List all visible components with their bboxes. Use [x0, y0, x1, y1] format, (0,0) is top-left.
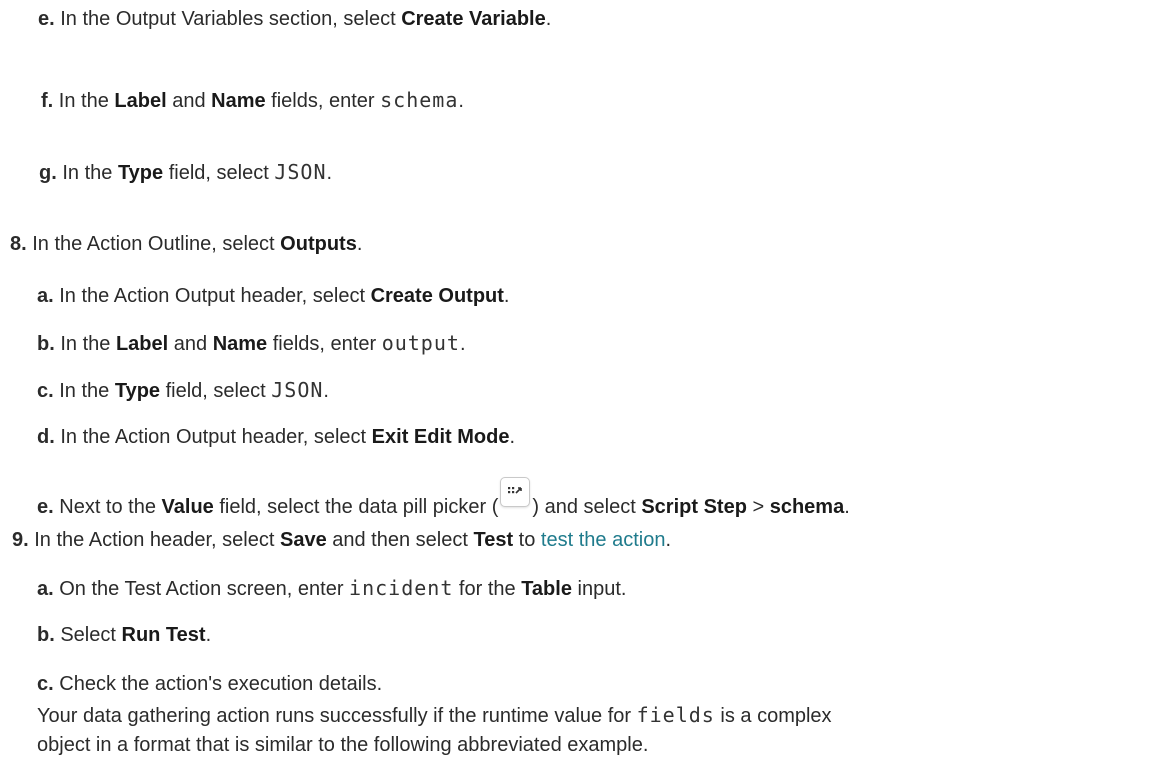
code-value: JSON [274, 160, 327, 184]
step-text: and [168, 333, 213, 355]
step-9: 9. In the Action header, select Save and… [12, 526, 671, 554]
step-text: In the Action Output header, select [59, 285, 371, 307]
step-text: In the [58, 90, 115, 112]
ui-label-name: Name [212, 333, 268, 355]
step-text: for the [453, 578, 522, 600]
punct: . [844, 496, 850, 518]
code-value: output [381, 331, 460, 355]
code-value: schema [380, 88, 459, 112]
step-text: > [746, 496, 770, 518]
ui-label-label: Label [114, 90, 167, 112]
step-text: field, select the data pill picker ( [213, 496, 499, 518]
step-text: and [166, 90, 212, 112]
step-9c-paragraph-line-1: Your data gathering action runs successf… [37, 701, 832, 730]
step-text: and then select [326, 529, 474, 551]
step-marker: 8. [10, 233, 27, 255]
step-text: field, select [163, 162, 275, 184]
test-the-action-link[interactable]: test the action [541, 529, 666, 551]
step-text: fields, enter [267, 333, 382, 355]
punct: . [665, 529, 672, 551]
step-text: In the [59, 380, 115, 402]
step-text: In the Action header, select [34, 529, 280, 551]
ui-label-name: Name [211, 90, 266, 112]
step-8c: c. In the Type field, select JSON. [37, 376, 329, 405]
punct: . [503, 285, 510, 307]
step-7f: f. In the Label and Name fields, enter s… [41, 86, 464, 115]
ui-label-create-variable: Create Variable [401, 8, 546, 30]
step-marker: 9. [12, 529, 29, 551]
step-marker: e. [37, 496, 54, 518]
step-marker: e. [38, 8, 55, 30]
step-marker: b. [37, 333, 55, 355]
step-8a: a. In the Action Output header, select C… [37, 282, 509, 310]
step-text: In the Action Output header, select [60, 426, 372, 448]
ui-label-exit-edit-mode: Exit Edit Mode [371, 426, 510, 448]
step-text: In the [60, 333, 116, 355]
punct: . [509, 426, 516, 448]
step-9b: b. Select Run Test. [37, 621, 211, 649]
ui-label-label: Label [115, 333, 169, 355]
step-text: Select [60, 624, 122, 646]
ui-label-save: Save [279, 529, 327, 551]
step-text: input. [571, 578, 627, 600]
step-7g: g. In the Type field, select JSON. [39, 158, 332, 187]
step-marker: f. [41, 90, 54, 112]
step-8e: e. Next to the Value field, select the d… [37, 477, 850, 521]
step-text: is a complex [714, 705, 832, 727]
code-value: fields [636, 703, 715, 727]
step-text: ) and select [532, 496, 642, 518]
step-marker: a. [37, 285, 54, 307]
ui-label-table: Table [521, 578, 572, 600]
punct: . [205, 624, 212, 646]
step-text: fields, enter [265, 90, 381, 112]
step-8d: d. In the Action Output header, select E… [37, 423, 515, 451]
punct: . [458, 90, 464, 112]
ui-label-run-test: Run Test [121, 624, 206, 646]
ui-label-outputs: Outputs [280, 233, 357, 255]
ui-label-value: Value [161, 496, 214, 518]
ui-label-create-output: Create Output [370, 285, 504, 307]
step-8: 8. In the Action Outline, select Outputs… [10, 230, 362, 258]
ui-label-type: Type [117, 162, 164, 184]
punct: . [356, 233, 363, 255]
ui-label-schema: schema [769, 496, 845, 518]
punct: . [545, 8, 552, 30]
step-marker: d. [37, 426, 55, 448]
punct: . [459, 333, 466, 355]
ui-label-script-step: Script Step [641, 496, 747, 518]
step-text: On the Test Action screen, enter [59, 578, 350, 600]
ui-label-type: Type [114, 380, 161, 402]
step-text: Check the action's execution details. [59, 673, 383, 695]
step-text: In the Action Outline, select [32, 233, 281, 255]
step-text: field, select [160, 380, 272, 402]
step-marker: c. [37, 380, 54, 402]
step-8b: b. In the Label and Name fields, enter o… [37, 329, 466, 358]
step-marker: g. [39, 162, 57, 184]
step-marker: b. [37, 624, 55, 646]
step-9c: c. Check the action's execution details. [37, 670, 382, 698]
step-text: to [513, 529, 541, 551]
step-marker: c. [37, 673, 54, 695]
step-9a: a. On the Test Action screen, enter inci… [37, 574, 626, 603]
step-text: Your data gathering action runs successf… [37, 705, 637, 727]
step-text: Next to the [59, 496, 162, 518]
step-9c-paragraph-line-2: object in a format that is similar to th… [37, 731, 648, 759]
step-text: In the Output Variables section, select [60, 8, 402, 30]
step-7e: e. In the Output Variables section, sele… [38, 5, 551, 33]
step-text: object in a format that is similar to th… [37, 734, 649, 756]
data-pill-picker-icon [500, 477, 531, 507]
ui-label-test: Test [473, 529, 514, 551]
step-marker: a. [37, 578, 54, 600]
step-text: In the [62, 162, 118, 184]
code-value: incident [349, 576, 454, 600]
punct: . [323, 380, 329, 402]
punct: . [326, 162, 333, 184]
code-value: JSON [271, 378, 324, 402]
